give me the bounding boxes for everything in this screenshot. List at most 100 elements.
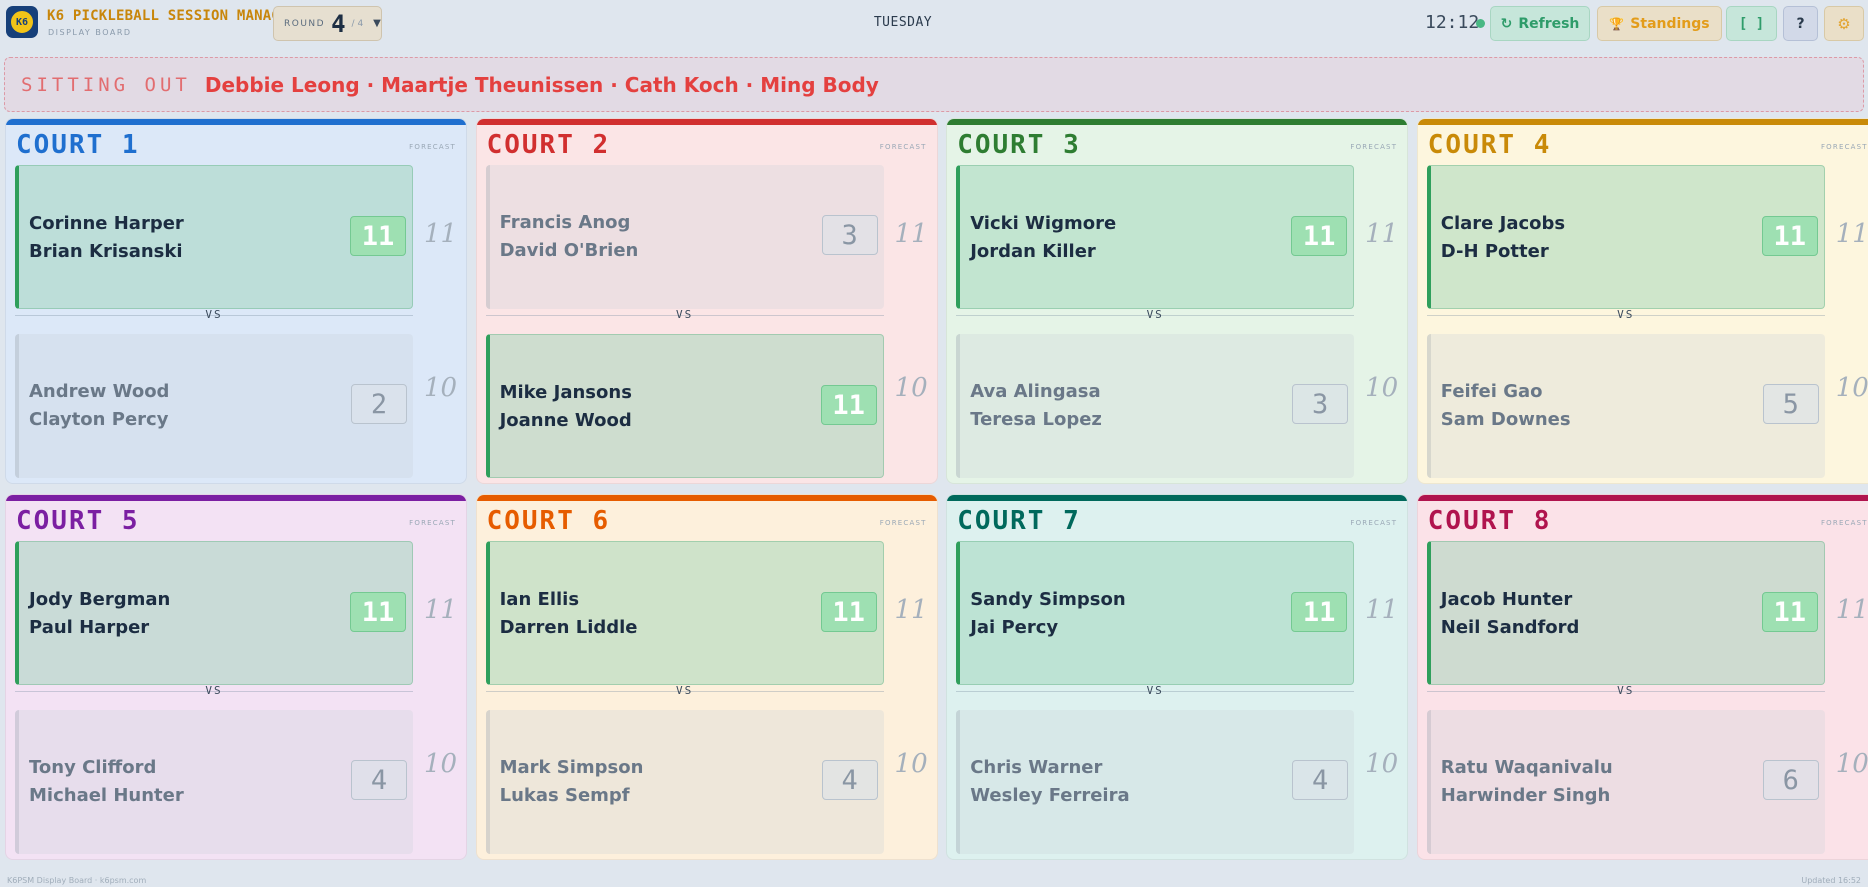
- court-color-bar: [476, 119, 937, 125]
- team-2-panel[interactable]: Feifei Gao Sam Downes 5: [1426, 334, 1825, 478]
- team-2-score[interactable]: 6: [1762, 760, 1819, 800]
- team-2-forecast: 10: [1365, 373, 1399, 403]
- player-name: Mike Jansons: [499, 382, 632, 403]
- team-2-forecast: 10: [894, 373, 928, 403]
- team-1-panel[interactable]: Corinne Harper Brian Krisanski 11: [15, 165, 413, 309]
- team-1-score[interactable]: 11: [1761, 592, 1818, 632]
- court-name: COURT 8: [1427, 506, 1552, 536]
- team-2-forecast: 10: [1835, 373, 1868, 403]
- team-2-score[interactable]: 4: [351, 760, 407, 800]
- team-1-score[interactable]: 11: [820, 592, 877, 632]
- player-name: Sam Downes: [1440, 409, 1571, 430]
- vs-label: VS: [1146, 308, 1164, 321]
- player-name: Francis Anog: [499, 212, 631, 233]
- team-1-panel[interactable]: Jody Bergman Paul Harper 11: [15, 541, 413, 685]
- court-name: COURT 3: [957, 130, 1081, 160]
- team-1-score[interactable]: 3: [821, 215, 878, 255]
- team-1-players: Ian Ellis Darren Liddle: [500, 586, 638, 642]
- settings-button[interactable]: ⚙: [1824, 6, 1864, 41]
- court-card-5: COURT 5 FORECAST Jody Bergman Paul Harpe…: [5, 494, 467, 860]
- player-name: Jacob Hunter: [1440, 589, 1573, 610]
- court-name: COURT 5: [16, 506, 140, 536]
- forecast-label: FORECAST: [1350, 143, 1398, 151]
- team-1-score[interactable]: 11: [1291, 216, 1348, 256]
- team-2-score[interactable]: 2: [351, 384, 407, 424]
- team-1-score[interactable]: 11: [1761, 216, 1818, 256]
- team-2-panel[interactable]: Andrew Wood Clayton Percy 2: [15, 334, 413, 478]
- clock: 12:12: [1425, 12, 1480, 33]
- court-color-bar: [6, 119, 466, 125]
- team-2-score[interactable]: 11: [820, 385, 877, 425]
- player-name: Paul Harper: [29, 617, 150, 638]
- court-name: COURT 7: [957, 506, 1081, 536]
- vs-label: VS: [675, 308, 694, 321]
- team-1-panel[interactable]: Francis Anog David O'Brien 3: [485, 165, 884, 309]
- vs-label: VS: [205, 308, 223, 321]
- court-name: COURT 1: [16, 130, 140, 160]
- sitting-out-names: Debbie Leong · Maartje Theunissen · Cath…: [204, 72, 879, 97]
- team-1-players: Clare Jacobs D-H Potter: [1441, 210, 1565, 266]
- team-2-panel[interactable]: Mike Jansons Joanne Wood 11: [485, 334, 884, 478]
- team-2-players: Ava Alingasa Teresa Lopez: [970, 378, 1102, 434]
- team-2-panel[interactable]: Chris Warner Wesley Ferreira 4: [956, 710, 1355, 854]
- refresh-button[interactable]: ↻ Refresh: [1490, 6, 1590, 41]
- team-1-players: Francis Anog David O'Brien: [500, 209, 639, 265]
- team-1-panel[interactable]: Clare Jacobs D-H Potter 11: [1426, 165, 1825, 309]
- team-1-players: Corinne Harper Brian Krisanski: [29, 210, 184, 266]
- player-name: Ratu Waqanivalu: [1440, 757, 1613, 778]
- fullscreen-button[interactable]: [ ]: [1726, 6, 1777, 41]
- team-1-forecast: 11: [1835, 595, 1868, 625]
- team-1-score[interactable]: 11: [350, 216, 406, 256]
- forecast-label: FORECAST: [879, 519, 927, 527]
- help-button[interactable]: ?: [1783, 6, 1818, 41]
- team-2-score[interactable]: 5: [1762, 384, 1819, 424]
- team-2-score[interactable]: 4: [1292, 760, 1349, 800]
- team-1-forecast: 11: [423, 219, 458, 249]
- team-1-panel[interactable]: Vicki Wigmore Jordan Killer 11: [956, 165, 1355, 309]
- forecast-label: FORECAST: [1350, 519, 1398, 527]
- court-card-6: COURT 6 FORECAST Ian Ellis Darren Liddle…: [475, 494, 938, 860]
- team-1-players: Vicki Wigmore Jordan Killer: [970, 210, 1116, 266]
- connection-status-icon: [1476, 19, 1485, 28]
- team-1-panel[interactable]: Sandy Simpson Jai Percy 11: [956, 541, 1355, 685]
- team-1-panel[interactable]: Ian Ellis Darren Liddle 11: [485, 541, 884, 685]
- team-2-panel[interactable]: Tony Clifford Michael Hunter 4: [15, 710, 413, 854]
- player-name: Harwinder Singh: [1440, 785, 1611, 806]
- standings-button[interactable]: 🏆 Standings: [1597, 6, 1722, 41]
- team-2-forecast: 10: [1835, 749, 1868, 779]
- header-bar: K6 K6 PICKLEBALL SESSION MANAGER DISPLAY…: [0, 0, 1868, 48]
- player-name: Tony Clifford: [29, 757, 157, 778]
- player-name: Ava Alingasa: [970, 381, 1101, 402]
- team-2-score[interactable]: 4: [821, 760, 878, 800]
- player-name: Jai Percy: [970, 617, 1059, 638]
- vs-label: VS: [1617, 684, 1635, 697]
- court-card-7: COURT 7 FORECAST Sandy Simpson Jai Percy…: [946, 494, 1409, 860]
- player-name: Vicki Wigmore: [970, 213, 1117, 234]
- team-2-players: Ratu Waqanivalu Harwinder Singh: [1441, 754, 1613, 810]
- player-name: David O'Brien: [499, 240, 639, 261]
- player-name: Ian Ellis: [499, 589, 580, 610]
- team-1-panel[interactable]: Jacob Hunter Neil Sandford 11: [1426, 541, 1825, 685]
- player-name: D-H Potter: [1440, 241, 1549, 262]
- team-2-panel[interactable]: Ava Alingasa Teresa Lopez 3: [956, 334, 1355, 478]
- vs-label: VS: [1146, 684, 1164, 697]
- team-1-forecast: 11: [423, 595, 458, 625]
- court-color-bar: [476, 495, 937, 501]
- court-card-8: COURT 8 FORECAST Jacob Hunter Neil Sandf…: [1416, 494, 1868, 860]
- court-card-4: COURT 4 FORECAST Clare Jacobs D-H Potter…: [1416, 118, 1868, 484]
- team-2-panel[interactable]: Ratu Waqanivalu Harwinder Singh 6: [1426, 710, 1825, 854]
- player-name: Jody Bergman: [29, 589, 171, 610]
- court-card-2: COURT 2 FORECAST Francis Anog David O'Br…: [475, 118, 938, 484]
- court-name: COURT 6: [486, 506, 611, 536]
- team-2-panel[interactable]: Mark Simpson Lukas Sempf 4: [485, 710, 884, 854]
- player-name: Corinne Harper: [29, 213, 184, 234]
- forecast-label: FORECAST: [409, 519, 456, 527]
- team-2-score[interactable]: 3: [1292, 384, 1349, 424]
- player-name: Joanne Wood: [499, 410, 632, 431]
- team-1-score[interactable]: 11: [350, 592, 406, 632]
- court-color-bar: [6, 495, 466, 501]
- court-color-bar: [947, 119, 1408, 125]
- court-card-3: COURT 3 FORECAST Vicki Wigmore Jordan Ki…: [946, 118, 1409, 484]
- team-1-players: Jody Bergman Paul Harper: [29, 586, 170, 642]
- team-1-score[interactable]: 11: [1291, 592, 1348, 632]
